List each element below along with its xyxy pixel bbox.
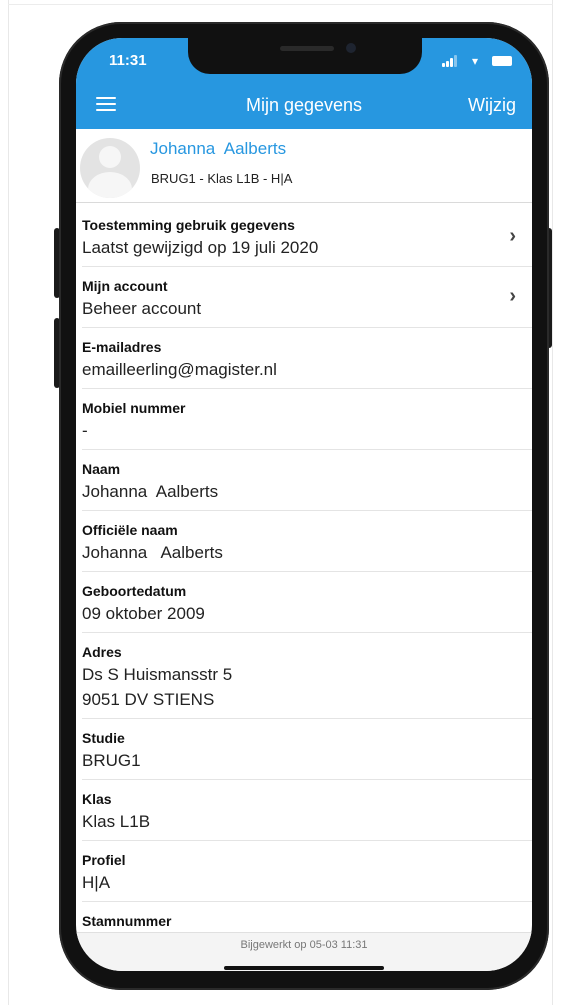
camera-icon (346, 43, 356, 53)
field-label: Klas (82, 791, 112, 807)
notch (188, 38, 422, 74)
field-label: Mobiel nummer (82, 400, 186, 416)
field-value: Johanna Aalberts (82, 482, 219, 501)
chevron-right-icon: › (509, 225, 516, 247)
app-header: 11:31 ▾ Mijn gegevens Wijzig (76, 38, 532, 129)
field-birthdate: Geboortedatum 09 oktober 2009 (82, 572, 532, 633)
field-label: Geboortedatum (82, 583, 187, 599)
field-value: - (82, 421, 88, 440)
page-border-top (8, 4, 553, 5)
field-value: H|A (82, 873, 111, 892)
field-value: Beheer account (82, 299, 202, 318)
field-label: E-mailadres (82, 339, 162, 355)
edit-button[interactable]: Wijzig (468, 95, 516, 116)
field-value-line2: 9051 DV STIENS (82, 690, 215, 709)
field-email: E-mailadres emailleerling@magister.nl (82, 328, 532, 389)
field-profile: Profiel H|A (82, 841, 532, 902)
profile-name: Johanna Aalberts (150, 139, 287, 158)
profile-class-info: BRUG1 - Klas L1B - H|A (151, 171, 293, 186)
field-data-consent[interactable]: Toestemming gebruik gegevens Laatst gewi… (82, 203, 532, 267)
field-label: Profiel (82, 852, 126, 868)
field-my-account[interactable]: Mijn account Beheer account › (82, 267, 532, 328)
profile-card: Johanna Aalberts BRUG1 - Klas L1B - H|A (76, 129, 532, 203)
battery-icon (492, 56, 512, 66)
status-time: 11:31 (109, 52, 147, 69)
phone-screen: 11:31 ▾ Mijn gegevens Wijzig Johanna Aal… (76, 38, 532, 971)
last-updated-text: Bijgewerkt op 05-03 11:31 (240, 939, 368, 951)
page-border-left (8, 0, 9, 1005)
field-label: Studie (82, 730, 125, 746)
field-label: Stamnummer (82, 913, 172, 929)
field-address: Adres Ds S Huismansstr 5 9051 DV STIENS (82, 633, 532, 719)
field-official-name: Officiële naam Johanna Aalberts (82, 511, 532, 572)
field-label: Toestemming gebruik gegevens (82, 217, 295, 233)
field-name: Naam Johanna Aalberts (82, 450, 532, 511)
signal-icon (442, 55, 458, 67)
page-title: Mijn gegevens (245, 95, 363, 115)
field-label: Mijn account (82, 278, 168, 294)
field-value: Ds S Huismansstr 5 (82, 665, 233, 684)
field-study: Studie BRUG1 (82, 719, 532, 780)
field-label: Officiële naam (82, 522, 178, 538)
home-indicator[interactable] (224, 966, 384, 970)
field-label: Adres (82, 644, 122, 660)
field-value: BRUG1 (82, 751, 141, 770)
field-class: Klas Klas L1B (82, 780, 532, 841)
field-value: Laatst gewijzigd op 19 juli 2020 (82, 238, 319, 257)
wifi-icon: ▾ (472, 54, 479, 68)
page-border-right (552, 0, 553, 1005)
status-icons: ▾ (442, 55, 514, 67)
field-label: Naam (82, 461, 121, 477)
field-mobile-number: Mobiel nummer - (82, 389, 532, 450)
field-student-number: Stamnummer (82, 902, 532, 932)
field-value: Klas L1B (82, 812, 151, 831)
field-value: 09 oktober 2009 (82, 604, 205, 623)
field-value: emailleerling@magister.nl (82, 360, 277, 379)
field-value: Johanna Aalberts (82, 543, 223, 562)
avatar (80, 138, 140, 198)
chevron-right-icon: › (509, 285, 516, 307)
speaker-grille (280, 46, 334, 51)
